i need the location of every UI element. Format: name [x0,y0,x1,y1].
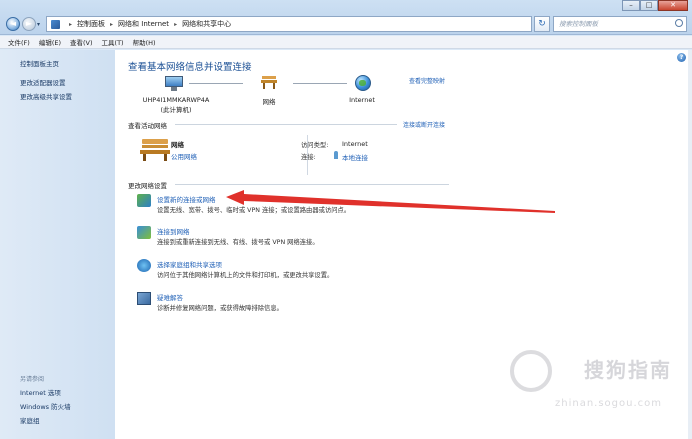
watermark-logo [510,350,552,392]
watermark-text: 搜狗指南 [584,358,672,382]
red-arrow-annotation-shape [226,190,555,213]
watermark-url: zhinan.sogou.com [554,398,662,409]
window-right-edge [688,50,692,439]
